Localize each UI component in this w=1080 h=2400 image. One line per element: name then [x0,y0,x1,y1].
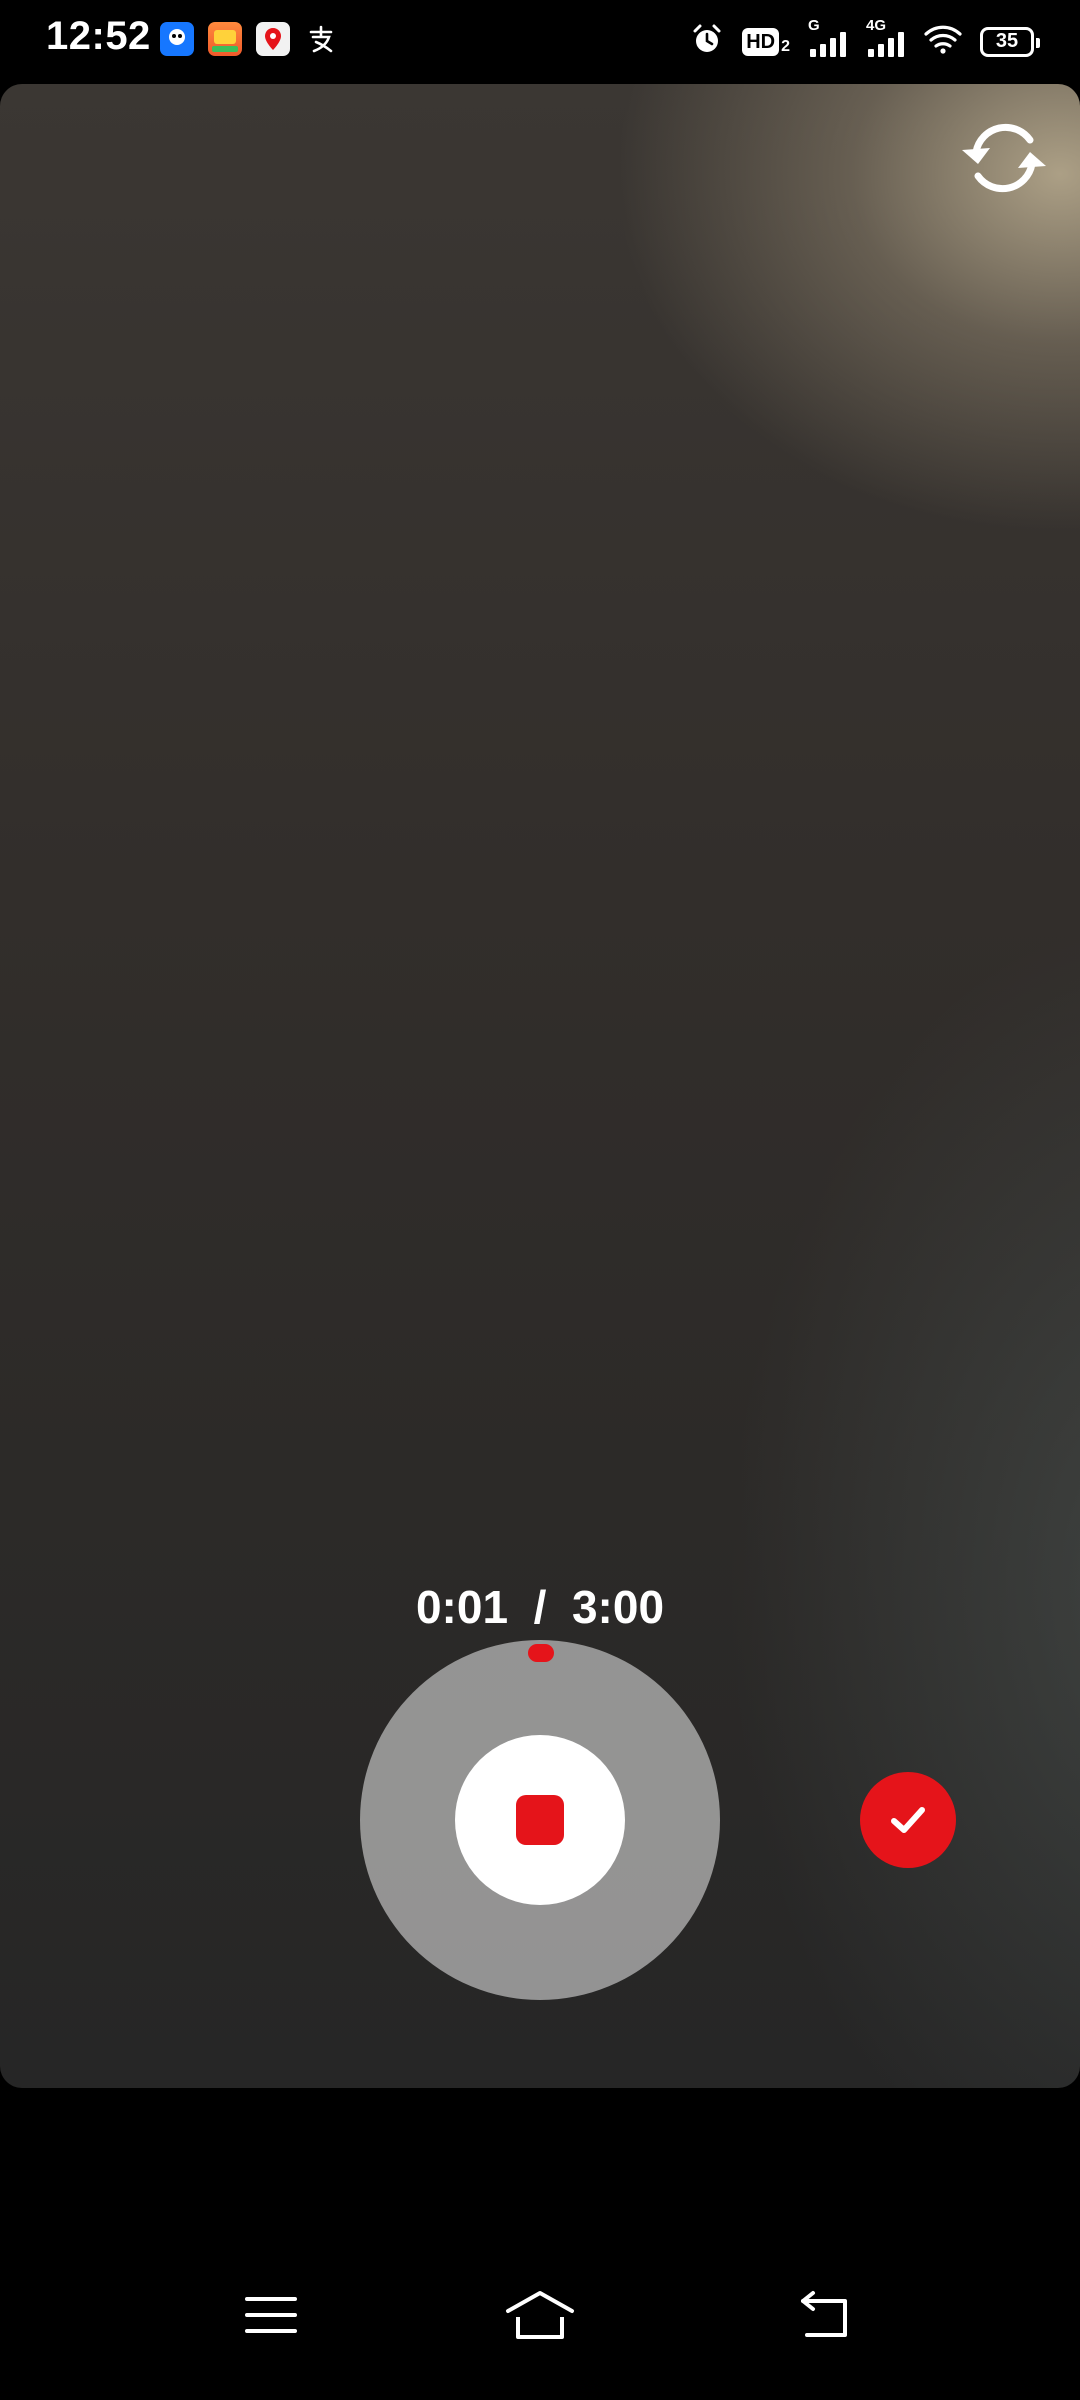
wifi-icon [924,24,962,59]
status-time: 12:52 [46,14,151,58]
confirm-button[interactable] [860,1772,956,1868]
record-progress-ring [360,1640,720,2000]
record-progress-indicator [528,1644,554,1662]
timer-separator: / [533,1581,547,1633]
signal-g-icon: G [808,17,848,57]
menu-icon [245,2297,297,2333]
hd-voice-icon: HD 2 [742,27,790,56]
home-button[interactable] [495,2270,585,2360]
notification-icons [160,22,338,56]
back-button[interactable] [780,2270,870,2360]
timer-total: 3:00 [571,1581,665,1633]
alipay-icon [304,22,338,56]
stop-icon [516,1795,564,1845]
recent-apps-button[interactable] [226,2270,316,2360]
alarm-icon [690,22,724,61]
status-indicators: HD 2 G 4G 35 [690,17,1040,61]
timer-elapsed: 0:01 [415,1581,509,1633]
qq-icon [160,22,194,56]
map-pin-app-icon [256,22,290,56]
navigation-bar [0,2250,1080,2380]
checkmark-icon [891,1807,925,1833]
status-bar: 12:52 HD 2 G 4G 35 [0,0,1080,82]
back-icon [801,2291,847,2337]
home-icon [506,2291,574,2339]
battery-indicator: 35 [980,26,1040,57]
camera-flip-icon [962,123,1046,193]
switch-camera-button[interactable] [954,108,1054,208]
game-app-icon [208,22,242,56]
stop-recording-button[interactable] [455,1735,625,1905]
recording-timer: 0:01 / 3:00 [0,1580,1080,1634]
signal-4g-icon: 4G [866,17,906,57]
